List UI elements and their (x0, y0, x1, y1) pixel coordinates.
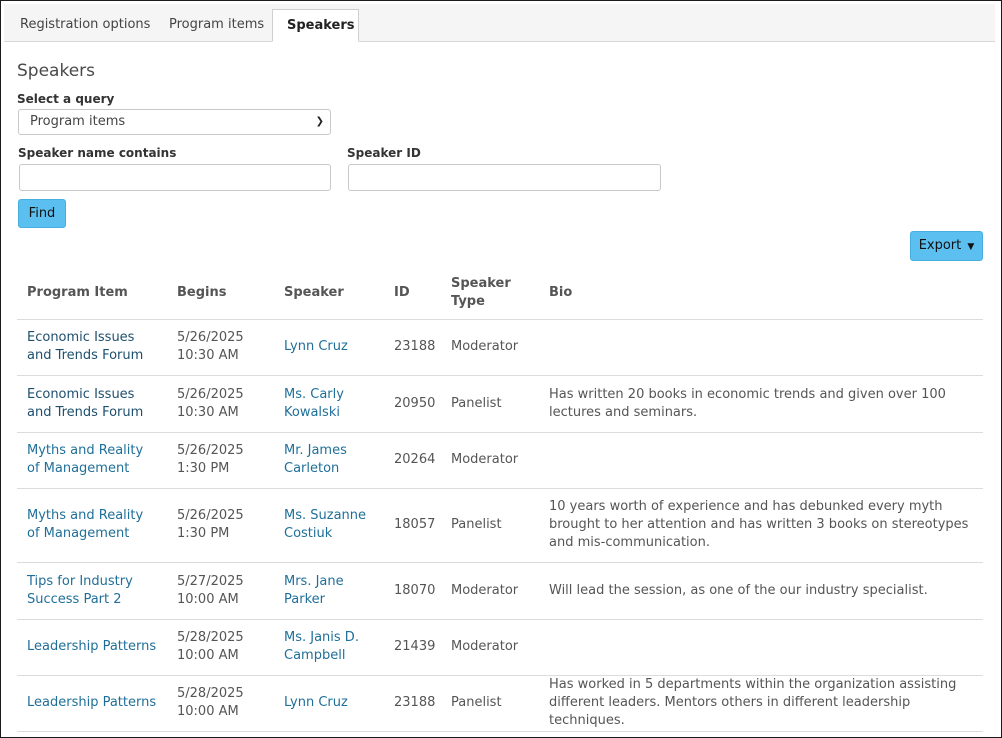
program-item-link[interactable]: Myths and Reality of Management (27, 508, 143, 541)
speaker-id-cell: 20264 (384, 431, 441, 488)
begins-date: 5/26/2025 (177, 508, 244, 523)
begins-cell: 5/26/2025 10:30 AM (167, 318, 274, 375)
speaker-link[interactable]: Mrs. Jane Parker (284, 574, 344, 607)
bio-cell (539, 318, 983, 375)
speaker-link[interactable]: Ms. Janis D. Campbell (284, 630, 359, 663)
begins-date: 5/26/2025 (177, 443, 244, 458)
export-label: Export (918, 238, 962, 253)
bio-cell (539, 431, 983, 488)
begins-time: 1:30 PM (177, 461, 230, 476)
table-row: Leadership Patterns 5/28/2025 10:00 AM Ms… (17, 618, 983, 675)
speaker-name-label: Speaker name contains (18, 146, 177, 160)
query-selected-value: Program items (30, 114, 126, 129)
begins-time: 10:30 AM (177, 404, 239, 420)
speaker-type-cell: Moderator (441, 431, 539, 488)
bio-cell (539, 618, 983, 675)
speaker-type-cell: Moderator (441, 318, 539, 375)
column-header-speaker-type[interactable]: Speaker Type (441, 267, 539, 319)
speaker-link[interactable]: Lynn Cruz (284, 695, 348, 710)
tab-speakers[interactable]: Speakers (272, 9, 359, 42)
program-item-link[interactable]: Leadership Patterns (27, 639, 156, 654)
begins-time: 10:00 AM (177, 591, 239, 607)
table-row: Myths and Reality of Management 5/26/202… (17, 431, 983, 488)
query-label: Select a query (17, 92, 115, 106)
bio-cell: 10 years worth of experience and has deb… (539, 487, 983, 562)
begins-time: 10:00 AM (177, 648, 239, 663)
speaker-id-cell: 20950 (384, 374, 441, 432)
bio-cell: Will lead the session, as one of the our… (539, 561, 983, 619)
speaker-link[interactable]: Ms. Carly Kowalski (284, 387, 344, 420)
speaker-type-cell: Moderator (441, 561, 539, 619)
bio-cell: Has worked in 5 departments within the o… (539, 674, 983, 732)
begins-time: 10:30 AM (177, 348, 239, 363)
program-item-link[interactable]: Leadership Patterns (27, 695, 156, 710)
speaker-link[interactable]: Mr. James Carleton (284, 443, 347, 476)
query-select[interactable]: Program items ❯ (18, 109, 331, 135)
speaker-type-cell: Moderator (441, 618, 539, 675)
program-item-link[interactable]: Tips for Industry Success Part 2 (27, 574, 133, 607)
speaker-type-cell: Panelist (441, 374, 539, 432)
begins-cell: 5/28/2025 10:00 AM (167, 618, 274, 675)
begins-cell: 5/27/2025 10:00 AM (167, 561, 274, 619)
table-row: Economic Issues and Trends Forum 5/26/20… (17, 318, 983, 375)
begins-cell: 5/26/2025 1:30 PM (167, 487, 274, 562)
bio-cell: Has written 20 books in economic trends … (539, 374, 983, 432)
chevron-down-icon: ❯ (315, 116, 324, 127)
page-title: Speakers (17, 61, 96, 81)
begins-cell: 5/26/2025 1:30 PM (167, 431, 274, 488)
tab-program-items[interactable]: Program items (155, 9, 278, 41)
speaker-id-cell: 21439 (384, 618, 441, 675)
tab-bar: Registration options Program items Speak… (4, 4, 995, 42)
begins-time: 1:30 PM (177, 526, 230, 541)
table-row: Tips for Industry Success Part 2 5/27/20… (17, 561, 983, 619)
find-button[interactable]: Find (18, 199, 66, 228)
begins-date: 5/28/2025 (177, 686, 244, 701)
program-item-link[interactable]: Economic Issues and Trends Forum (27, 330, 143, 363)
column-header-program-item[interactable]: Program Item (17, 267, 167, 319)
speaker-id-input[interactable] (348, 164, 661, 191)
speaker-name-input[interactable] (19, 164, 331, 191)
tab-registration-options[interactable]: Registration options (6, 9, 164, 41)
speaker-link[interactable]: Lynn Cruz (284, 339, 348, 354)
speakers-table-container: Program Item Begins Speaker ID Speaker T… (17, 267, 983, 732)
speaker-type-cell: Panelist (441, 487, 539, 562)
begins-date: 5/27/2025 (177, 573, 244, 589)
column-header-id[interactable]: ID (384, 267, 441, 319)
speaker-id-cell: 23188 (384, 318, 441, 375)
program-item-link[interactable]: Myths and Reality of Management (27, 443, 143, 476)
column-header-speaker[interactable]: Speaker (274, 267, 384, 319)
begins-date: 5/26/2025 (177, 386, 244, 402)
program-item-link[interactable]: Economic Issues and Trends Forum (27, 387, 143, 420)
speaker-id-cell: 18070 (384, 561, 441, 619)
speaker-type-cell: Panelist (441, 674, 539, 732)
table-row: Leadership Patterns 5/28/2025 10:00 AM Ly… (17, 674, 983, 732)
speaker-id-label: Speaker ID (347, 146, 421, 160)
begins-cell: 5/28/2025 10:00 AM (167, 674, 274, 732)
app-frame: Registration options Program items Speak… (0, 0, 1002, 738)
begins-cell: 5/26/2025 10:30 AM (167, 374, 274, 432)
table-row: Myths and Reality of Management 5/26/202… (17, 487, 983, 562)
column-header-bio[interactable]: Bio (539, 267, 983, 319)
speaker-link[interactable]: Ms. Suzanne Costiuk (284, 508, 366, 541)
column-header-begins[interactable]: Begins (167, 267, 274, 319)
begins-date: 5/28/2025 (177, 630, 244, 645)
table-header-row: Program Item Begins Speaker ID Speaker T… (17, 267, 983, 319)
export-button[interactable]: Export ▼ (910, 231, 983, 261)
table-row: Economic Issues and Trends Forum 5/26/20… (17, 374, 983, 432)
speaker-id-cell: 23188 (384, 674, 441, 732)
speaker-id-cell: 18057 (384, 487, 441, 562)
begins-time: 10:00 AM (177, 704, 239, 719)
speakers-table: Program Item Begins Speaker ID Speaker T… (17, 267, 983, 732)
caret-down-icon: ▼ (967, 242, 975, 252)
begins-date: 5/26/2025 (177, 330, 244, 345)
